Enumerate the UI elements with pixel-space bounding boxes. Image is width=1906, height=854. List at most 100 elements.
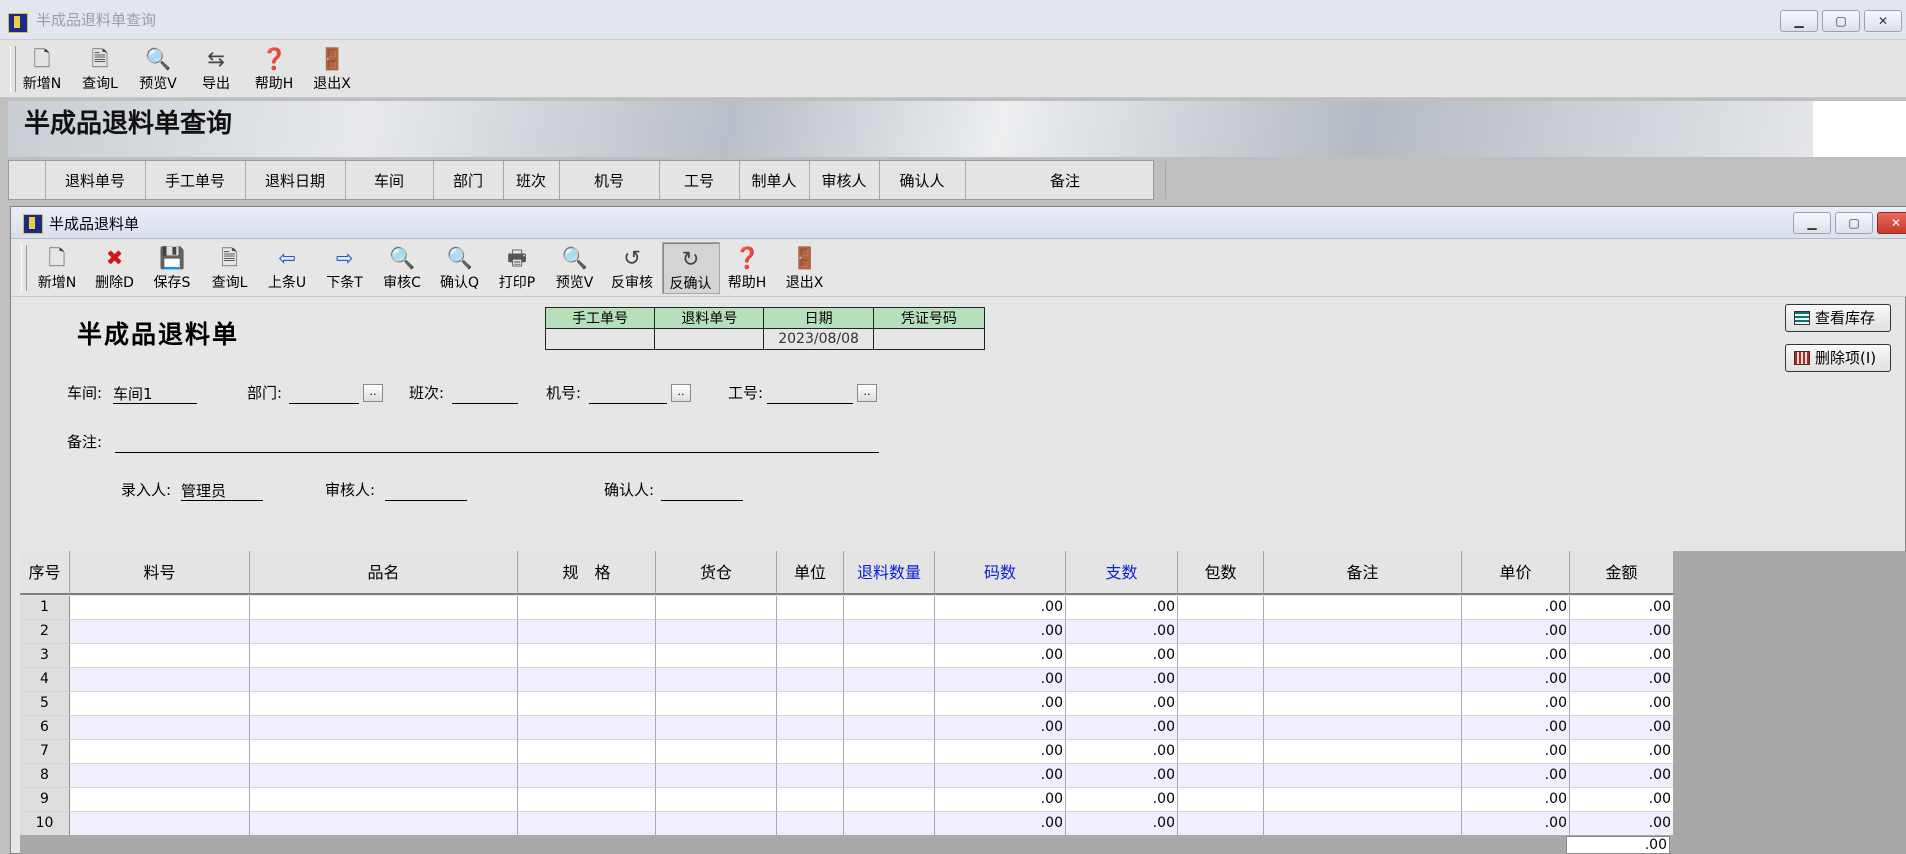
outer-toolbar-button-0[interactable]: 🗋 新增N: [14, 43, 70, 93]
close-button[interactable]: ✕: [1864, 10, 1902, 32]
cell-item-name[interactable]: [250, 740, 518, 764]
cell-unit[interactable]: [777, 668, 844, 692]
query-column-header[interactable]: 制单人: [739, 161, 810, 199]
cell-return-qty[interactable]: [844, 644, 935, 668]
machine-field[interactable]: [589, 383, 667, 404]
outer-toolbar-button-5[interactable]: 🚪 退出X: [304, 43, 360, 93]
auditor-field[interactable]: [385, 480, 467, 501]
query-column-header[interactable]: 手工单号: [145, 161, 246, 199]
cell-packs[interactable]: [1178, 716, 1264, 740]
query-column-header[interactable]: 确认人: [879, 161, 966, 199]
cell-amount[interactable]: .00: [1570, 620, 1674, 644]
table-row[interactable]: 2.00.00.00.00: [20, 620, 1674, 644]
cell-remark[interactable]: [1264, 716, 1462, 740]
cell-unit[interactable]: [777, 788, 844, 812]
cell-warehouse[interactable]: [656, 668, 777, 692]
maximize-button[interactable]: ▢: [1822, 10, 1860, 32]
table-row[interactable]: 9.00.00.00.00: [20, 788, 1674, 812]
cell-sticks[interactable]: .00: [1066, 788, 1178, 812]
cell-unit-price[interactable]: .00: [1462, 716, 1570, 740]
delete-item-button[interactable]: 删除项(I): [1785, 344, 1891, 372]
inner-toolbar-button-11[interactable]: ↻ 反确认: [661, 242, 720, 294]
cell-item-name[interactable]: [250, 596, 518, 620]
cell-sticks[interactable]: .00: [1066, 812, 1178, 836]
remark-field[interactable]: [115, 432, 879, 453]
column-header-item-name[interactable]: 品名: [250, 551, 518, 595]
worker-field[interactable]: [767, 383, 853, 404]
cell-unit-price[interactable]: .00: [1462, 692, 1570, 716]
cell-remark[interactable]: [1264, 620, 1462, 644]
cell-warehouse[interactable]: [656, 692, 777, 716]
cell-item-code[interactable]: [70, 644, 250, 668]
cell-item-code[interactable]: [70, 764, 250, 788]
cell-spec[interactable]: [518, 620, 656, 644]
shift-field[interactable]: [452, 383, 518, 404]
inner-toolbar-button-12[interactable]: ❓ 帮助H: [719, 242, 775, 292]
cell-packs[interactable]: [1178, 692, 1264, 716]
column-header-spec[interactable]: 规 格: [518, 551, 656, 595]
cell-remark[interactable]: [1264, 668, 1462, 692]
cell-remark[interactable]: [1264, 812, 1462, 836]
table-row[interactable]: 4.00.00.00.00: [20, 668, 1674, 692]
cell-code-count[interactable]: .00: [935, 620, 1066, 644]
cell-remark[interactable]: [1264, 764, 1462, 788]
cell-remark[interactable]: [1264, 596, 1462, 620]
cell-code-count[interactable]: .00: [935, 764, 1066, 788]
cell-warehouse[interactable]: [656, 788, 777, 812]
inner-toolbar-button-8[interactable]: 🖶 打印P: [489, 242, 545, 292]
outer-toolbar-button-4[interactable]: ❓ 帮助H: [246, 43, 302, 93]
inner-toolbar-button-1[interactable]: ✖ 删除D: [87, 242, 143, 292]
column-header-packs[interactable]: 包数: [1178, 551, 1264, 595]
cell-item-name[interactable]: [250, 644, 518, 668]
outer-toolbar-button-3[interactable]: ⇆ 导出: [188, 43, 244, 93]
cell-unit-price[interactable]: .00: [1462, 788, 1570, 812]
cell-item-name[interactable]: [250, 764, 518, 788]
cell-unit[interactable]: [777, 716, 844, 740]
cell-spec[interactable]: [518, 716, 656, 740]
cell-spec[interactable]: [518, 644, 656, 668]
cell-code-count[interactable]: .00: [935, 812, 1066, 836]
cell-warehouse[interactable]: [656, 764, 777, 788]
query-column-header[interactable]: 车间: [345, 161, 434, 199]
cell-spec[interactable]: [518, 812, 656, 836]
column-header-unit-price[interactable]: 单价: [1462, 551, 1570, 595]
cell-unit[interactable]: [777, 692, 844, 716]
cell-unit-price[interactable]: .00: [1462, 812, 1570, 836]
cell-spec[interactable]: [518, 692, 656, 716]
inner-toolbar-button-4[interactable]: ⇦ 上条U: [259, 242, 315, 292]
cell-unit[interactable]: [777, 596, 844, 620]
cell-item-code[interactable]: [70, 692, 250, 716]
worker-lookup-button[interactable]: ..: [857, 384, 877, 402]
return-no-field[interactable]: [654, 328, 765, 350]
cell-unit[interactable]: [777, 620, 844, 644]
cell-amount[interactable]: .00: [1570, 788, 1674, 812]
cell-sticks[interactable]: .00: [1066, 596, 1178, 620]
cell-amount[interactable]: .00: [1570, 812, 1674, 836]
cell-sticks[interactable]: .00: [1066, 620, 1178, 644]
cell-item-name[interactable]: [250, 812, 518, 836]
cell-return-qty[interactable]: [844, 740, 935, 764]
query-column-header[interactable]: 班次: [503, 161, 560, 199]
column-header-remark[interactable]: 备注: [1264, 551, 1462, 595]
table-row[interactable]: 10.00.00.00.00: [20, 812, 1674, 836]
view-stock-button[interactable]: 查看库存: [1785, 304, 1891, 332]
cell-unit[interactable]: [777, 644, 844, 668]
cell-amount[interactable]: .00: [1570, 596, 1674, 620]
cell-item-code[interactable]: [70, 716, 250, 740]
inner-toolbar-button-9[interactable]: 🔍 预览V: [547, 242, 603, 292]
cell-unit-price[interactable]: .00: [1462, 620, 1570, 644]
inner-toolbar-button-7[interactable]: 🔍 确认Q: [432, 242, 488, 292]
cell-warehouse[interactable]: [656, 812, 777, 836]
cell-warehouse[interactable]: [656, 740, 777, 764]
cell-spec[interactable]: [518, 788, 656, 812]
cell-code-count[interactable]: .00: [935, 788, 1066, 812]
table-row[interactable]: 5.00.00.00.00: [20, 692, 1674, 716]
cell-return-qty[interactable]: [844, 620, 935, 644]
workshop-field[interactable]: 车间1: [113, 383, 197, 404]
cell-spec[interactable]: [518, 740, 656, 764]
cell-packs[interactable]: [1178, 788, 1264, 812]
cell-item-name[interactable]: [250, 692, 518, 716]
cell-sticks[interactable]: .00: [1066, 716, 1178, 740]
cell-packs[interactable]: [1178, 740, 1264, 764]
cell-spec[interactable]: [518, 764, 656, 788]
